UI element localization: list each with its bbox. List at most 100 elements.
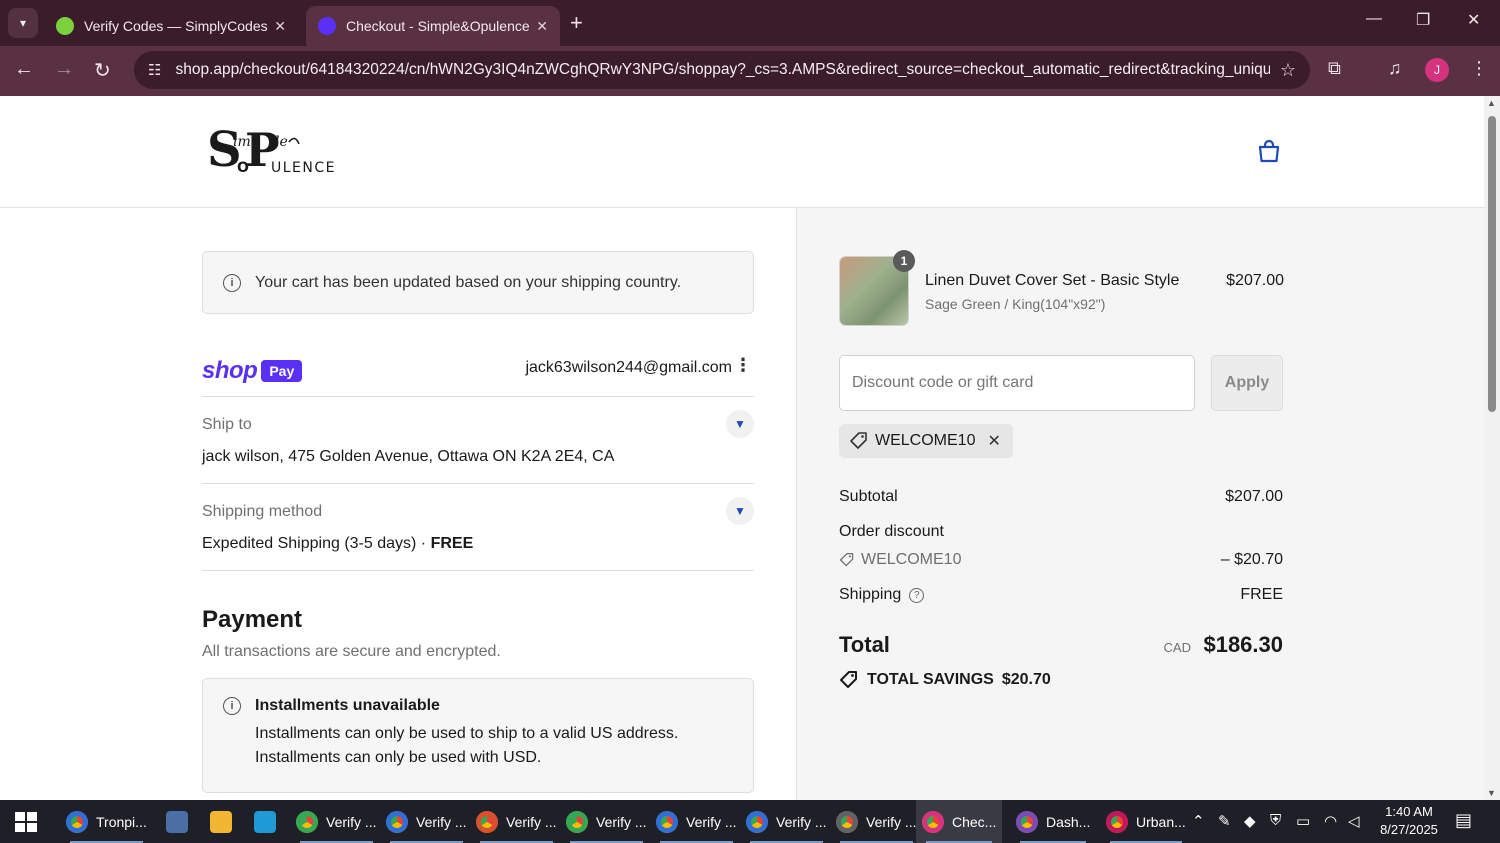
installments-title: Installments unavailable (255, 697, 440, 714)
account-menu-icon[interactable]: ⋮ (734, 355, 752, 376)
discount-code-label: WELCOME10 (861, 551, 962, 568)
shipping-method-name: Expedited Shipping (3-5 days) · (202, 535, 431, 552)
windows-start-icon[interactable] (15, 812, 37, 832)
notifications-icon[interactable]: ▤ (1455, 810, 1472, 831)
payment-subtitle: All transactions are secure and encrypte… (202, 643, 501, 660)
tab-verify-codes[interactable]: Verify Codes — SimplyCodes ✕ (44, 6, 298, 46)
shopping-bag-icon[interactable] (1256, 138, 1282, 164)
taskbar-app[interactable]: Dash... (1010, 800, 1096, 843)
app-label: Verify ... (506, 813, 557, 830)
help-icon[interactable]: ? (909, 587, 925, 603)
new-tab-icon[interactable]: + (570, 10, 583, 36)
tab-checkout[interactable]: Checkout - Simple&Opulence ✕ (306, 6, 560, 46)
taskbar-app[interactable]: Tronpi... (60, 800, 153, 843)
store-logo[interactable]: S im P le O ULENCE (205, 120, 335, 180)
forward-icon[interactable]: → (54, 58, 74, 81)
app-icon (922, 810, 944, 833)
bookmark-star-icon[interactable]: ☆ (1280, 60, 1296, 81)
shipping-method-price: FREE (430, 535, 474, 552)
applied-code-text: WELCOME10 (875, 432, 976, 449)
subtotal-row: Subtotal $207.00 (839, 488, 1283, 506)
taskbar-app[interactable]: Verify ... (290, 800, 383, 843)
taskbar-app[interactable]: Verify ... (560, 800, 653, 843)
pay-badge: Pay (261, 360, 303, 382)
currency-code: CAD (1163, 640, 1191, 655)
system-clock[interactable]: 1:40 AM 8/27/2025 (1372, 803, 1446, 839)
discount-value: – $20.70 (1220, 551, 1283, 568)
taskbar-app[interactable]: Verify ... (650, 800, 743, 843)
discount-code-input[interactable] (839, 355, 1195, 411)
media-control-icon[interactable]: ♫ (1388, 58, 1402, 79)
total-value: $186.30 (1203, 632, 1283, 657)
app-label: Tronpi... (96, 813, 147, 830)
taskbar-app[interactable]: Chec... (916, 800, 1003, 843)
chevron-down-icon[interactable]: ▼ (726, 410, 754, 438)
close-window-icon[interactable]: ✕ (1467, 10, 1480, 30)
ship-to-section[interactable]: Ship to ▼ jack wilson, 475 Golden Avenue… (202, 398, 754, 484)
app-icon (476, 810, 498, 833)
browser-menu-icon[interactable]: ⋮ (1470, 58, 1488, 79)
ship-to-label: Ship to (202, 416, 252, 433)
profile-avatar[interactable]: J (1425, 58, 1449, 82)
security-icon[interactable]: ⛨ (1270, 812, 1281, 829)
show-hidden-icons-icon[interactable]: ⌃ (1192, 812, 1205, 830)
close-tab-icon[interactable]: ✕ (536, 18, 548, 35)
extensions-icon[interactable]: ⧉ (1328, 58, 1341, 79)
calculator-icon[interactable] (160, 800, 202, 843)
battery-icon[interactable]: ▭ (1296, 812, 1310, 830)
back-icon[interactable]: ← (14, 58, 34, 81)
address-bar[interactable]: ☷ shop.app/checkout/64184320224/cn/hWN2G… (134, 51, 1310, 89)
store-header: S im P le O ULENCE (0, 96, 1484, 208)
taskbar-app[interactable]: Verify ... (740, 800, 833, 843)
chevron-down-icon[interactable]: ▼ (726, 497, 754, 525)
info-icon: i (223, 273, 241, 292)
taskbar-app[interactable]: Verify ... (470, 800, 563, 843)
svg-text:ULENCE: ULENCE (271, 160, 335, 176)
account-email: jack63wilson244@gmail.com (525, 359, 732, 376)
reload-icon[interactable]: ↻ (94, 58, 111, 83)
app-label: Verify ... (776, 813, 827, 830)
shop-favicon-icon (318, 17, 336, 35)
svg-text:le: le (275, 134, 288, 150)
discount-code-row: WELCOME10 – $20.70 (839, 551, 1283, 569)
taskbar-app[interactable]: Urban... (1100, 800, 1192, 843)
file-explorer-icon[interactable] (204, 800, 246, 843)
app-icon (1016, 810, 1038, 833)
app-label: Verify ... (866, 813, 917, 830)
installments-heading: i Installments unavailable (223, 697, 733, 715)
pen-icon[interactable]: ✎ (1218, 812, 1231, 830)
remove-discount-icon[interactable]: ✕ (987, 431, 1000, 451)
installments-line: Installments can only be used to ship to… (255, 725, 679, 742)
app-label: Verify ... (416, 813, 467, 830)
tab-search-icon[interactable]: ▾ (8, 8, 38, 38)
cart-updated-notice: i Your cart has been updated based on yo… (202, 251, 754, 314)
subtotal-value: $207.00 (1225, 488, 1283, 505)
browser-tab-bar: ▾ Verify Codes — SimplyCodes ✕ Checkout … (0, 0, 1500, 46)
shipping-method-value: Expedited Shipping (3-5 days) · FREE (202, 535, 473, 553)
taskbar-app[interactable]: Verify ... (380, 800, 473, 843)
tray-app-icon[interactable]: ◆ (1244, 812, 1256, 830)
site-info-icon[interactable]: ☷ (148, 61, 161, 79)
url-text[interactable]: shop.app/checkout/64184320224/cn/hWN2Gy3… (175, 61, 1269, 79)
restore-icon[interactable]: ❐ (1416, 10, 1430, 30)
scroll-down-icon[interactable]: ▼ (1487, 788, 1496, 798)
wifi-icon[interactable]: ◠ (1324, 812, 1337, 830)
edge-browser-icon[interactable] (248, 800, 290, 843)
subtotal-label: Subtotal (839, 488, 898, 505)
total-row: Total CAD $186.30 (839, 632, 1283, 668)
page-scrollbar[interactable]: ▲ ▼ (1484, 96, 1500, 800)
order-summary: 1 Linen Duvet Cover Set - Basic Style Sa… (796, 208, 1484, 800)
scroll-up-icon[interactable]: ▲ (1487, 98, 1496, 108)
shipping-method-section[interactable]: Shipping method ▼ Expedited Shipping (3-… (202, 485, 754, 571)
product-name: Linen Duvet Cover Set - Basic Style (925, 272, 1180, 289)
taskbar-app[interactable]: Verify ... (830, 800, 923, 843)
scrollbar-thumb[interactable] (1488, 116, 1496, 412)
volume-icon[interactable]: ◁ (1348, 812, 1360, 830)
simplycodes-favicon-icon (56, 17, 74, 35)
shop-wordmark: shop (202, 357, 258, 384)
minimize-icon[interactable]: — (1366, 10, 1382, 28)
product-price: $207.00 (1226, 272, 1284, 289)
apply-discount-button[interactable]: Apply (1211, 355, 1283, 411)
close-tab-icon[interactable]: ✕ (274, 18, 286, 35)
app-icon (66, 810, 88, 833)
